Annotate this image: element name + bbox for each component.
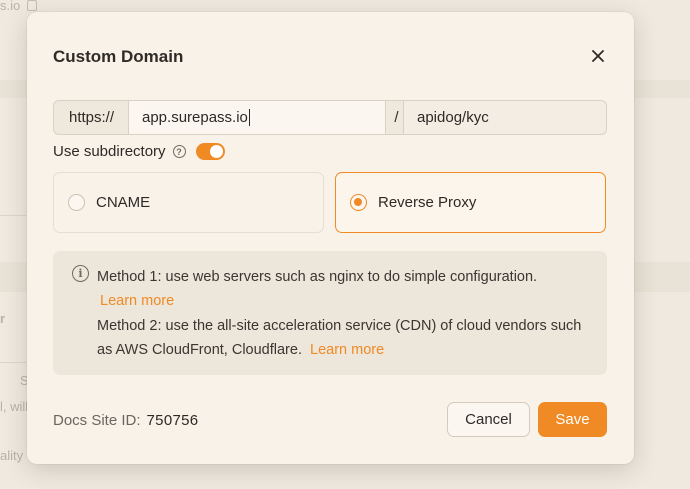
background-text: ality xyxy=(0,448,24,463)
docs-site-id-value: 750756 xyxy=(146,412,199,429)
background-divider xyxy=(0,362,26,363)
subdirectory-row: Use subdirectory ? xyxy=(53,143,225,160)
background-text: r xyxy=(0,311,6,326)
subdirectory-path-input[interactable]: apidog/kyc xyxy=(403,100,607,135)
domain-host-input[interactable]: app.surepass.io xyxy=(128,100,386,135)
background-text: s.io xyxy=(0,0,21,13)
option-cname[interactable]: CNAME xyxy=(53,172,324,233)
save-button[interactable]: Save xyxy=(538,402,607,437)
info-circle-icon: i xyxy=(72,265,89,282)
option-reverse-proxy-label: Reverse Proxy xyxy=(378,194,477,211)
text-caret xyxy=(248,109,250,126)
method-1-learn-more-link[interactable]: Learn more xyxy=(100,293,174,309)
background-text: l, will xyxy=(0,399,29,414)
docs-site-id-label: Docs Site ID: xyxy=(53,412,141,429)
close-icon[interactable] xyxy=(588,46,608,66)
info-panel: i Method 1: use web servers such as ngin… xyxy=(53,251,607,375)
docs-site-id: Docs Site ID: 750756 xyxy=(53,412,198,429)
dialog-title: Custom Domain xyxy=(53,47,184,66)
radio-cname[interactable] xyxy=(68,194,85,211)
option-reverse-proxy[interactable]: Reverse Proxy xyxy=(335,172,606,233)
cancel-button[interactable]: Cancel xyxy=(447,402,530,437)
question-circle-icon[interactable]: ? xyxy=(172,145,186,158)
method-1-text: Method 1: use web servers such as nginx … xyxy=(97,265,597,313)
protocol-addon: https:// xyxy=(53,100,129,135)
toggle-knob xyxy=(209,145,223,158)
domain-url-row: https:// app.surepass.io / apidog/kyc xyxy=(53,100,607,135)
option-cname-label: CNAME xyxy=(96,194,151,211)
radio-reverse-proxy[interactable] xyxy=(350,194,367,211)
method-2-text: Method 2: use the all-site acceleration … xyxy=(97,314,597,362)
custom-domain-dialog: Custom Domain https:// app.surepass.io /… xyxy=(27,12,634,464)
method-1-description: Method 1: use web servers such as nginx … xyxy=(97,269,538,285)
domain-host-value: app.surepass.io xyxy=(142,109,248,126)
subdirectory-toggle[interactable] xyxy=(195,143,225,160)
copy-icon xyxy=(27,0,37,11)
method-2-learn-more-link[interactable]: Learn more xyxy=(310,342,384,358)
subdirectory-label: Use subdirectory xyxy=(53,143,166,160)
background-divider xyxy=(0,215,26,216)
